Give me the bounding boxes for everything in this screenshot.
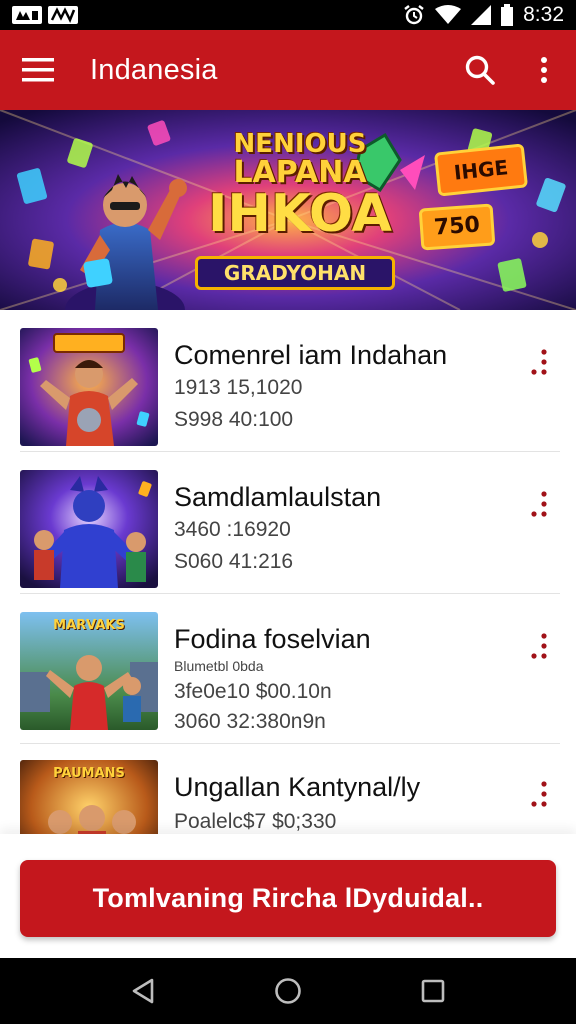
menu-button[interactable] (0, 30, 76, 110)
list-divider (20, 451, 560, 452)
game-title: Samdlamlaulstan (174, 482, 382, 512)
thumbnail-label: MARVAKS (53, 618, 125, 633)
status-time: 8:32 (523, 3, 564, 26)
notification-icon (12, 6, 42, 24)
more-options-button[interactable] (512, 30, 576, 110)
game-thumbnail[interactable]: PAUMANS (20, 760, 158, 834)
list-divider (20, 593, 560, 594)
status-right-icons: 8:32 (403, 3, 564, 27)
system-nav-bar (0, 958, 576, 1024)
app-title: Indanesia (90, 53, 218, 86)
item-more-button[interactable] (524, 778, 550, 818)
recents-button[interactable] (403, 961, 463, 1021)
status-left-icons (12, 6, 78, 24)
banner-title: NENIOUS LAPANA IHKOA (175, 130, 425, 240)
menu-icon (22, 58, 54, 82)
more-dots-icon (531, 491, 547, 517)
promo-banner[interactable]: NENIOUS LAPANA IHKOA GRADYOHAN IHGE 750 (0, 110, 576, 310)
alarm-icon (404, 5, 424, 25)
banner-title-line1: NENIOUS (233, 129, 367, 159)
game-thumbnail[interactable] (20, 470, 158, 588)
search-button[interactable] (448, 30, 512, 110)
game-list: Comenrel iam Indahan 1913 15,1020 S998 4… (0, 312, 576, 834)
banner-prize-tag: 750 (418, 203, 496, 251)
item-more-button[interactable] (524, 630, 550, 670)
game-stat-1: 3460 :16920 (174, 518, 291, 541)
more-dots-icon (531, 633, 547, 659)
more-dots-icon (531, 781, 547, 807)
status-bar: 8:32 (0, 0, 576, 30)
more-dots-icon (531, 349, 547, 375)
thumbnail-art (20, 328, 158, 446)
back-triangle-icon (132, 978, 153, 1004)
game-subtitle: Blumetbl 0bda (174, 658, 264, 674)
game-stat-1: 3fe0e10 $00.10n (174, 680, 332, 703)
game-stat-1: Poalelc$7 $0;330 (174, 810, 337, 833)
notification-icon (48, 6, 78, 24)
cta-button[interactable]: Tomlvaning Rircha lDyduidal.. (20, 860, 556, 937)
game-title: Ungallan Kantynal/ly (174, 772, 421, 802)
home-circle-icon (275, 978, 301, 1004)
game-stat-1: 1913 15,1020 (174, 376, 303, 399)
banner-tag: IHGE (433, 143, 529, 197)
battery-icon (501, 4, 514, 26)
game-title: Fodina foselvian (174, 624, 371, 654)
wifi-icon (435, 5, 462, 24)
game-stat-2: S998 40:100 (174, 408, 294, 431)
game-stat-2: S060 41:216 (174, 550, 294, 573)
item-more-button[interactable] (524, 488, 550, 528)
list-item[interactable]: MARVAKS Fodina foselvian Blumetbl 0bda 3… (0, 596, 576, 744)
game-title: Comenrel iam Indahan (174, 340, 448, 370)
banner-subtitle: GRADYOHAN (195, 256, 395, 290)
list-item[interactable]: Comenrel iam Indahan 1913 15,1020 S998 4… (0, 312, 576, 452)
game-thumbnail[interactable]: MARVAKS (20, 612, 158, 730)
home-button[interactable] (258, 961, 318, 1021)
list-item[interactable]: Samdlamlaulstan 3460 :16920 S060 41:216 (0, 454, 576, 594)
banner-title-line3: IHKOA (208, 184, 392, 244)
recents-square-icon (422, 979, 445, 1003)
search-icon (465, 55, 495, 85)
thumbnail-art (20, 470, 158, 588)
thumbnail-label: PAUMANS (53, 766, 125, 781)
signal-icon (471, 5, 492, 25)
back-button[interactable] (113, 961, 173, 1021)
cta-container: Tomlvaning Rircha lDyduidal.. (0, 834, 576, 958)
app-bar-actions (448, 30, 576, 110)
item-more-button[interactable] (524, 346, 550, 386)
game-thumbnail[interactable] (20, 328, 158, 446)
more-vert-icon (541, 57, 547, 83)
list-item[interactable]: PAUMANS Ungallan Kantynal/ly Poalelc$7 $… (0, 744, 576, 834)
app-bar: Indanesia (0, 30, 576, 110)
game-stat-2: 3060 32:380n9n (174, 710, 326, 733)
